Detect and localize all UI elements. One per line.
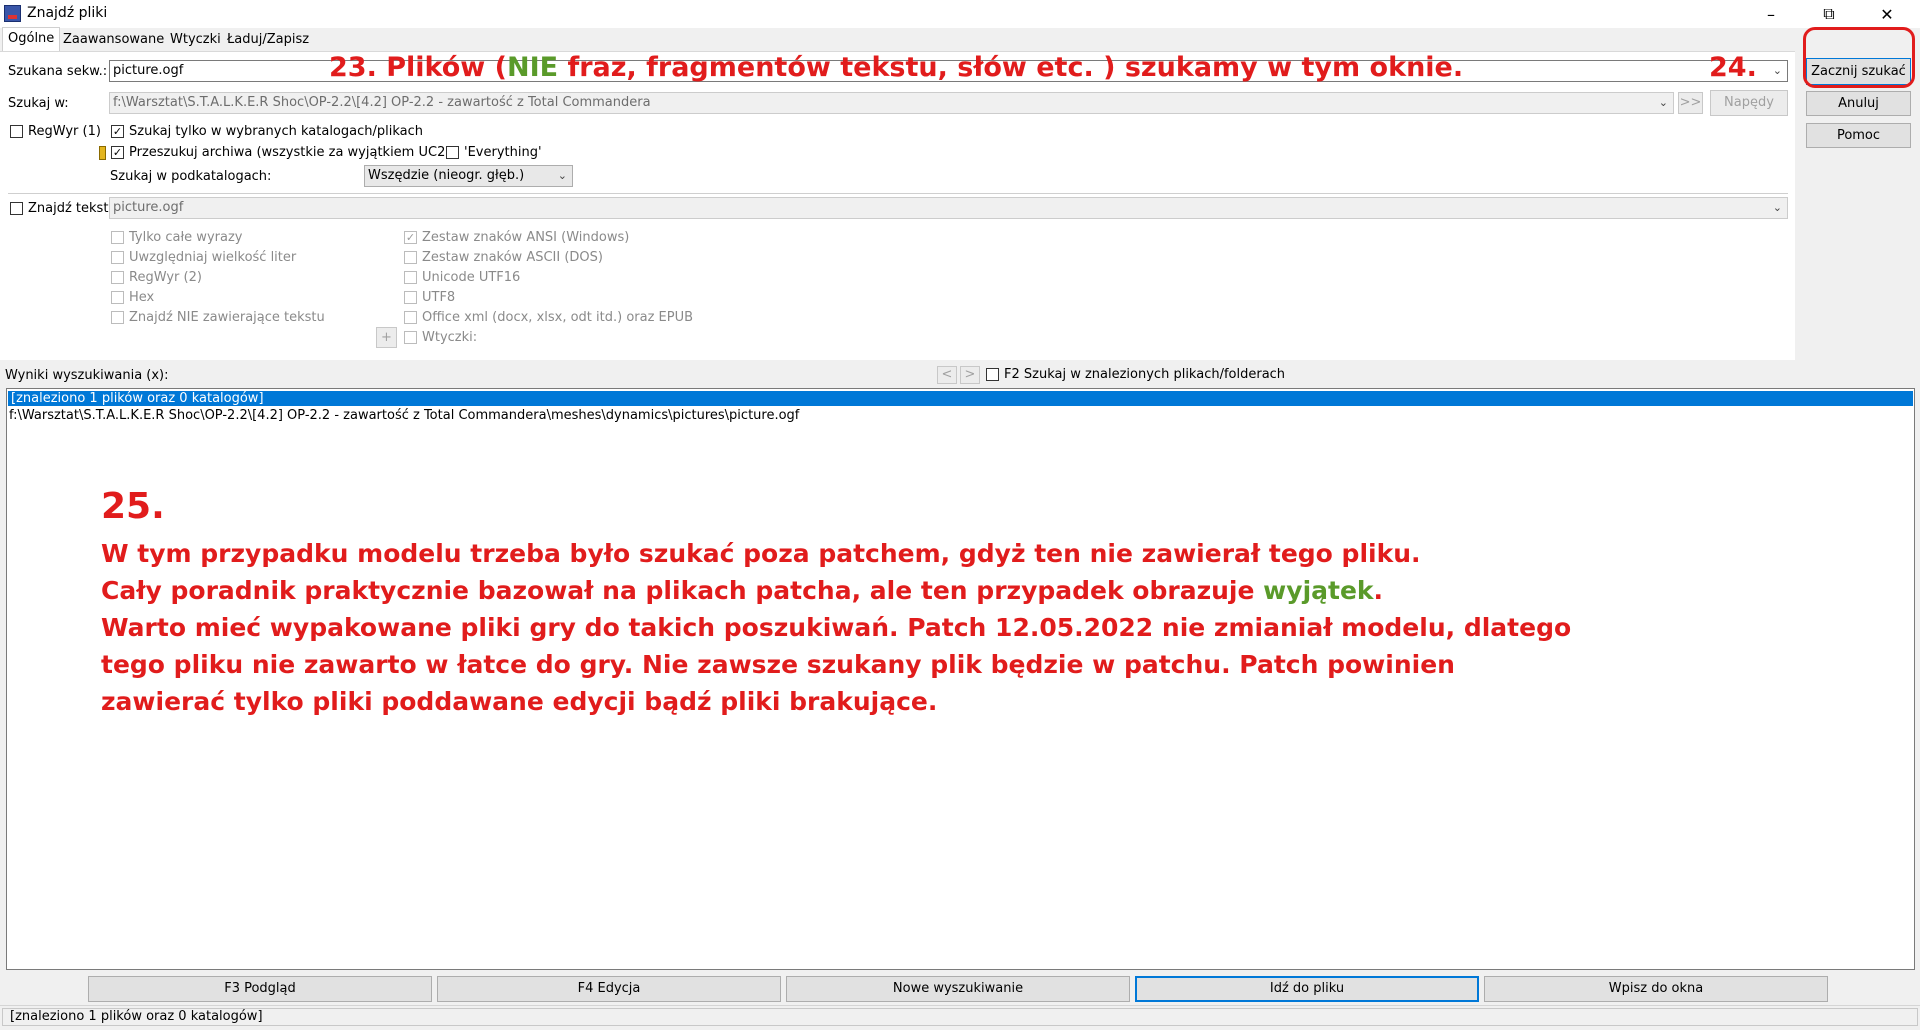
ansi-label: Zestaw znaków ANSI (Windows) [422, 230, 630, 245]
preview-button[interactable]: F3 Podgląd [88, 976, 432, 1002]
chevron-down-icon[interactable]: ⌄ [1773, 198, 1782, 218]
case-label: Uwzględniaj wielkość liter [129, 250, 297, 265]
cancel-button[interactable]: Anuluj [1806, 91, 1911, 116]
whole-words-checkbox[interactable] [111, 231, 124, 244]
annotation-25-line2: Cały poradnik praktycznie bazował na pli… [101, 572, 1571, 609]
annotation-25-line2-post: . [1373, 576, 1384, 605]
office-xml-label: Office xml (docx, xlsx, odt itd.) oraz E… [422, 310, 694, 325]
archive-key-icon [99, 146, 106, 160]
annotation-25-line2-pre: Cały poradnik praktycznie bazował na pli… [101, 576, 1264, 605]
annotation-25-line4: tego pliku nie zawarto w łatce do gry. N… [101, 650, 1455, 679]
chevron-down-icon[interactable]: ⌄ [1773, 61, 1782, 81]
not-containing-checkbox[interactable] [111, 311, 124, 324]
search-in-value: f:\Warsztat\S.T.A.L.K.E.R Shoc\OP-2.2\[4… [113, 95, 651, 110]
minimize-icon[interactable]: – [1748, 0, 1794, 28]
new-search-button[interactable]: Nowe wyszukiwanie [786, 976, 1130, 1002]
annotation-25-text: W tym przypadku modelu trzeba było szuka… [101, 535, 1571, 720]
prev-result-button[interactable]: < [937, 366, 957, 384]
annotation-25-exception: wyjątek [1263, 576, 1374, 605]
find-text-checkbox[interactable] [10, 202, 23, 215]
regex2-label: RegWyr (2) [129, 270, 202, 285]
tab-load-save[interactable]: Ładuj/Zapisz [222, 29, 314, 51]
only-selected-checkbox[interactable]: ✓ [111, 125, 124, 138]
restore-icon[interactable]: ⧉ [1806, 0, 1852, 28]
annotation-25-line1: W tym przypadku modelu trzeba było szuka… [101, 539, 1421, 568]
archives-checkbox[interactable]: ✓ [111, 146, 124, 159]
regex2-checkbox[interactable] [111, 271, 124, 284]
everything-checkbox[interactable] [446, 146, 459, 159]
search-name-value: picture.ogf [113, 63, 184, 78]
subdirs-select[interactable]: Wszędzie (nieogr. głęb.) ⌄ [364, 165, 573, 187]
go-to-file-button[interactable]: Idź do pliku [1135, 976, 1479, 1002]
feed-to-listbox-button[interactable]: Wpisz do okna [1484, 976, 1828, 1002]
search-in-results-checkbox[interactable] [986, 368, 999, 381]
office-xml-checkbox[interactable] [404, 311, 417, 324]
divider [8, 193, 1788, 194]
drives-button[interactable]: Napędy [1710, 90, 1788, 116]
regex1-label: RegWyr (1) [28, 124, 101, 139]
find-text-value: picture.ogf [113, 200, 184, 215]
title-bar: Znajdź pliki – ⧉ ✕ [0, 0, 1920, 28]
hex-label: Hex [129, 290, 155, 305]
ascii-label: Zestaw znaków ASCII (DOS) [422, 250, 603, 265]
utf16-label: Unicode UTF16 [422, 270, 521, 285]
find-text-label: Znajdź tekst: [28, 201, 113, 216]
chevron-down-icon[interactable]: ⌄ [1659, 93, 1668, 113]
app-icon [4, 5, 21, 22]
utf16-checkbox[interactable] [404, 271, 417, 284]
browse-arrows-button[interactable]: >> [1678, 92, 1703, 114]
plugins-checkbox[interactable] [404, 331, 417, 344]
whole-words-label: Tylko całe wyrazy [129, 230, 243, 245]
only-selected-label: Szukaj tylko w wybranych katalogach/plik… [129, 124, 423, 139]
regex1-checkbox[interactable] [10, 125, 23, 138]
search-in-results-label: F2 Szukaj w znalezionych plikach/foldera… [1004, 367, 1286, 382]
tab-general[interactable]: Ogólne [2, 27, 61, 52]
ansi-checkbox[interactable]: ✓ [404, 231, 417, 244]
ascii-checkbox[interactable] [404, 251, 417, 264]
not-containing-label: Znajdź NIE zawierające tekstu [129, 310, 325, 325]
chevron-down-icon[interactable]: ⌄ [558, 166, 567, 186]
tab-plugins[interactable]: Wtyczki [165, 29, 226, 51]
window-title: Znajdź pliki [27, 5, 108, 21]
annotation-24: 24. [1709, 52, 1757, 83]
next-result-button[interactable]: > [960, 366, 980, 384]
subdirs-value: Wszędzie (nieogr. głęb.) [368, 168, 525, 183]
close-icon[interactable]: ✕ [1864, 0, 1910, 28]
case-checkbox[interactable] [111, 251, 124, 264]
utf8-checkbox[interactable] [404, 291, 417, 304]
plugins-label: Wtyczki: [422, 330, 478, 345]
annotation-25-line5: zawierać tylko pliki poddawane edycji bą… [101, 687, 938, 716]
annotation-23-nie: NIE [507, 52, 559, 83]
find-text-input[interactable]: picture.ogf ⌄ [109, 197, 1788, 219]
start-button-highlight [1803, 27, 1915, 88]
annotation-23: 23. Plików (NIE fraz, fragmentów tekstu,… [329, 52, 1463, 83]
help-button[interactable]: Pomoc [1806, 123, 1911, 148]
annotation-25-line3: Warto mieć wypakowane pliki gry do takic… [101, 613, 1572, 642]
result-file-row[interactable]: f:\Warsztat\S.T.A.L.K.E.R Shoc\OP-2.2\[4… [8, 407, 1913, 424]
archives-label: Przeszukuj archiwa (wszystkie za wyjątki… [129, 145, 451, 160]
status-bar: [znaleziono 1 plików oraz 0 katalogów] [0, 1005, 1920, 1030]
status-text: [znaleziono 1 plików oraz 0 katalogów] [2, 1008, 1918, 1026]
annotation-23-post: fraz, fragmentów tekstu, słów etc. ) szu… [558, 52, 1464, 83]
search-in-label: Szukaj w: [8, 96, 69, 111]
plugins-add-button[interactable]: + [376, 327, 397, 348]
subdirs-label: Szukaj w podkatalogach: [110, 169, 272, 184]
results-label: Wyniki wyszukiwania (x): [5, 368, 169, 383]
search-name-label: Szukana sekw.: [8, 64, 108, 79]
search-in-input[interactable]: f:\Warsztat\S.T.A.L.K.E.R Shoc\OP-2.2\[4… [109, 92, 1674, 114]
results-summary-row[interactable]: [znaleziono 1 plików oraz 0 katalogów] [8, 391, 1913, 406]
utf8-label: UTF8 [422, 290, 456, 305]
everything-label: 'Everything' [464, 145, 542, 160]
edit-button[interactable]: F4 Edycja [437, 976, 781, 1002]
annotation-23-pre: 23. Plików ( [329, 52, 507, 83]
annotation-25-number: 25. [101, 486, 165, 527]
tab-advanced[interactable]: Zaawansowane [58, 29, 169, 51]
hex-checkbox[interactable] [111, 291, 124, 304]
